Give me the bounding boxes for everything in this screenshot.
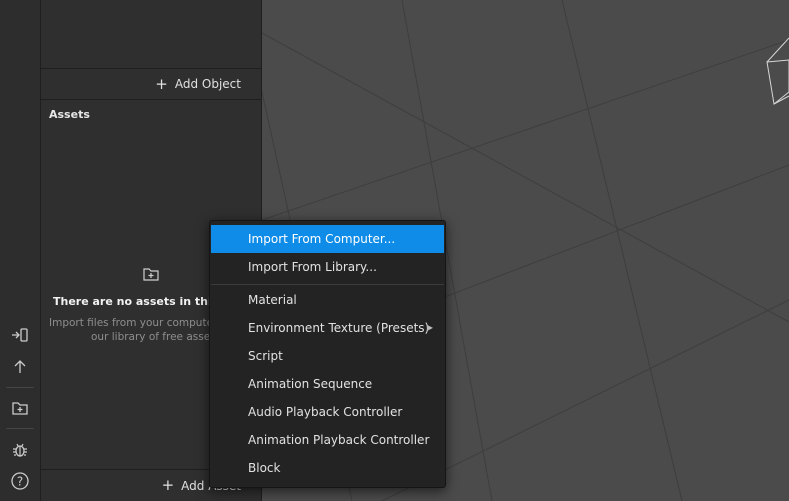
add-asset-context-menu: Import From Computer... Import From Libr…: [209, 220, 446, 488]
help-icon[interactable]: ?: [0, 468, 40, 494]
menu-item-environment-texture[interactable]: Environment Texture (Presets) ▶: [211, 314, 444, 342]
menu-divider: [211, 284, 444, 285]
menu-item-script[interactable]: Script: [211, 342, 444, 370]
svg-text:?: ?: [17, 475, 23, 489]
folder-add-icon[interactable]: [0, 395, 40, 421]
add-object-button[interactable]: + Add Object: [41, 68, 261, 100]
upload-arrow-icon[interactable]: [0, 354, 40, 380]
menu-item-block[interactable]: Block: [211, 454, 444, 482]
enter-icon[interactable]: [0, 322, 40, 348]
empty-desc-line1: Import files from your computer o: [49, 317, 228, 329]
bug-icon[interactable]: [0, 437, 40, 463]
objects-list: [41, 0, 261, 68]
toolbar-divider: [6, 387, 34, 388]
menu-item-animation-sequence[interactable]: Animation Sequence: [211, 370, 444, 398]
add-object-label: Add Object: [174, 77, 241, 91]
menu-item-material[interactable]: Material: [211, 286, 444, 314]
menu-item-audio-playback-controller[interactable]: Audio Playback Controller: [211, 398, 444, 426]
menu-item-animation-playback-controller[interactable]: Animation Playback Controller: [211, 426, 444, 454]
camera-gizmo: [766, 37, 789, 105]
menu-item-import-from-library[interactable]: Import From Library...: [211, 253, 444, 281]
submenu-arrow-icon: ▶: [426, 323, 433, 332]
plus-icon: +: [155, 74, 168, 93]
toolbar-divider: [6, 428, 34, 429]
plus-icon: +: [161, 476, 175, 494]
left-toolbar: ?: [0, 0, 41, 501]
folder-add-icon: [142, 266, 160, 286]
menu-item-import-from-computer[interactable]: Import From Computer...: [211, 225, 444, 253]
menu-item-label: Environment Texture (Presets): [248, 321, 430, 335]
assets-header: Assets: [49, 108, 90, 121]
